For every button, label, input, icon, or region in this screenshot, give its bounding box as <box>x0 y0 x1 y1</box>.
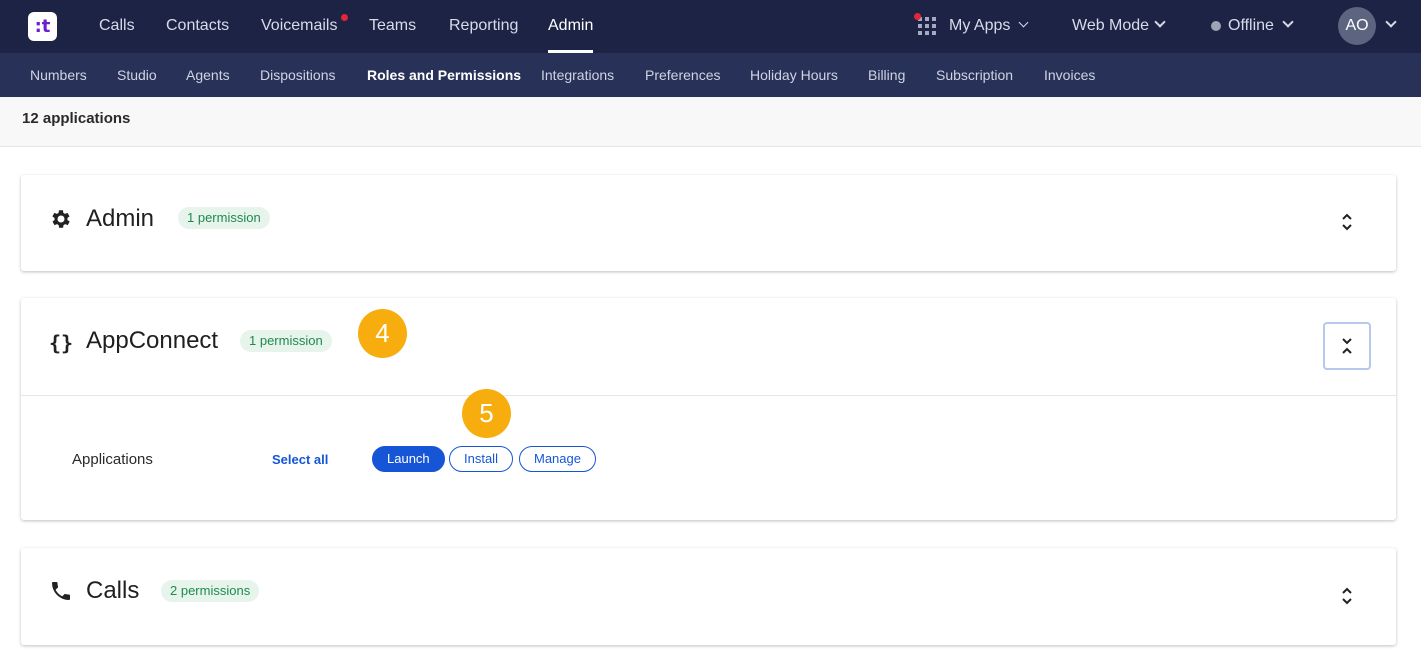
expand-toggle-button[interactable] <box>1332 207 1362 237</box>
card-title: AppConnect <box>86 327 219 354</box>
applications-count-bar: 12 applications <box>0 97 1421 147</box>
chevron-down-icon[interactable] <box>1018 17 1029 28</box>
step-marker-5: 5 <box>462 389 511 438</box>
permission-count-badge: 1 permission <box>178 207 270 229</box>
permission-chip-manage[interactable]: Manage <box>519 446 596 472</box>
subnav-holiday-hours[interactable]: Holiday Hours <box>750 53 838 97</box>
topnav-calls[interactable]: Calls <box>99 0 135 53</box>
admin-subnavigation: Numbers Studio Agents Dispositions Roles… <box>0 53 1421 97</box>
select-all-link[interactable]: Select all <box>272 452 328 467</box>
topnav-contacts[interactable]: Contacts <box>166 0 229 53</box>
app-logo[interactable]: :t <box>28 12 57 41</box>
permission-count-badge: 2 permissions <box>161 580 260 602</box>
subnav-integrations[interactable]: Integrations <box>541 53 614 97</box>
web-mode-menu[interactable]: Web Mode <box>1072 0 1149 53</box>
card-header[interactable]: Admin 1 permission <box>21 175 1396 271</box>
application-card-appconnect: {} AppConnect 1 permission Applications … <box>21 298 1396 520</box>
collapse-toggle-button[interactable] <box>1323 322 1371 370</box>
card-title: Calls <box>86 577 140 604</box>
card-divider <box>21 395 1396 396</box>
application-card-admin: Admin 1 permission <box>21 175 1396 271</box>
braces-icon: {} <box>49 331 74 355</box>
subnav-billing[interactable]: Billing <box>868 53 905 97</box>
permission-count-badge: 1 permission <box>240 330 332 352</box>
topnav-teams[interactable]: Teams <box>369 0 416 53</box>
unfold-icon <box>1342 213 1352 231</box>
card-header[interactable]: Calls 2 permissions <box>21 548 1396 645</box>
gear-icon <box>49 207 73 231</box>
status-indicator-icon <box>1211 21 1221 31</box>
top-navigation-bar: :t Calls Contacts Voicemails Teams Repor… <box>0 0 1421 53</box>
subnav-roles-and-permissions[interactable]: Roles and Permissions <box>367 53 521 97</box>
application-card-calls: Calls 2 permissions <box>21 548 1396 645</box>
topnav-reporting[interactable]: Reporting <box>449 0 518 53</box>
card-title: Admin <box>86 205 155 232</box>
subnav-subscription[interactable]: Subscription <box>936 53 1013 97</box>
topnav-voicemails[interactable]: Voicemails <box>261 0 337 53</box>
step-marker-4: 4 <box>358 309 407 358</box>
permission-chip-launch[interactable]: Launch <box>372 446 445 472</box>
subnav-numbers[interactable]: Numbers <box>30 53 87 97</box>
permission-group-label: Applications <box>72 451 153 468</box>
subnav-dispositions[interactable]: Dispositions <box>260 53 335 97</box>
subnav-preferences[interactable]: Preferences <box>645 53 720 97</box>
status-menu[interactable]: Offline <box>1228 0 1274 53</box>
topnav-admin[interactable]: Admin <box>548 0 594 53</box>
my-apps-menu[interactable]: My Apps <box>949 0 1010 53</box>
logo-glyph: :t <box>34 15 51 37</box>
chevron-down-icon[interactable] <box>1282 16 1294 28</box>
avatar[interactable]: AO <box>1338 7 1376 45</box>
chevron-down-icon[interactable] <box>1154 16 1166 28</box>
subnav-agents[interactable]: Agents <box>186 53 230 97</box>
my-apps-notification-dot <box>914 13 921 20</box>
subnav-invoices[interactable]: Invoices <box>1044 53 1095 97</box>
subnav-studio[interactable]: Studio <box>117 53 157 97</box>
permission-chip-install[interactable]: Install <box>449 446 513 472</box>
unfold-icon <box>1342 587 1352 605</box>
voicemails-notification-dot <box>341 14 348 21</box>
apps-grid-icon[interactable] <box>918 17 936 35</box>
expand-toggle-button[interactable] <box>1332 581 1362 611</box>
phone-icon <box>49 579 73 603</box>
applications-count: 12 applications <box>22 110 131 127</box>
card-header[interactable]: {} AppConnect 1 permission <box>21 298 1396 395</box>
fold-icon <box>1342 338 1352 354</box>
chevron-down-icon[interactable] <box>1385 16 1397 28</box>
